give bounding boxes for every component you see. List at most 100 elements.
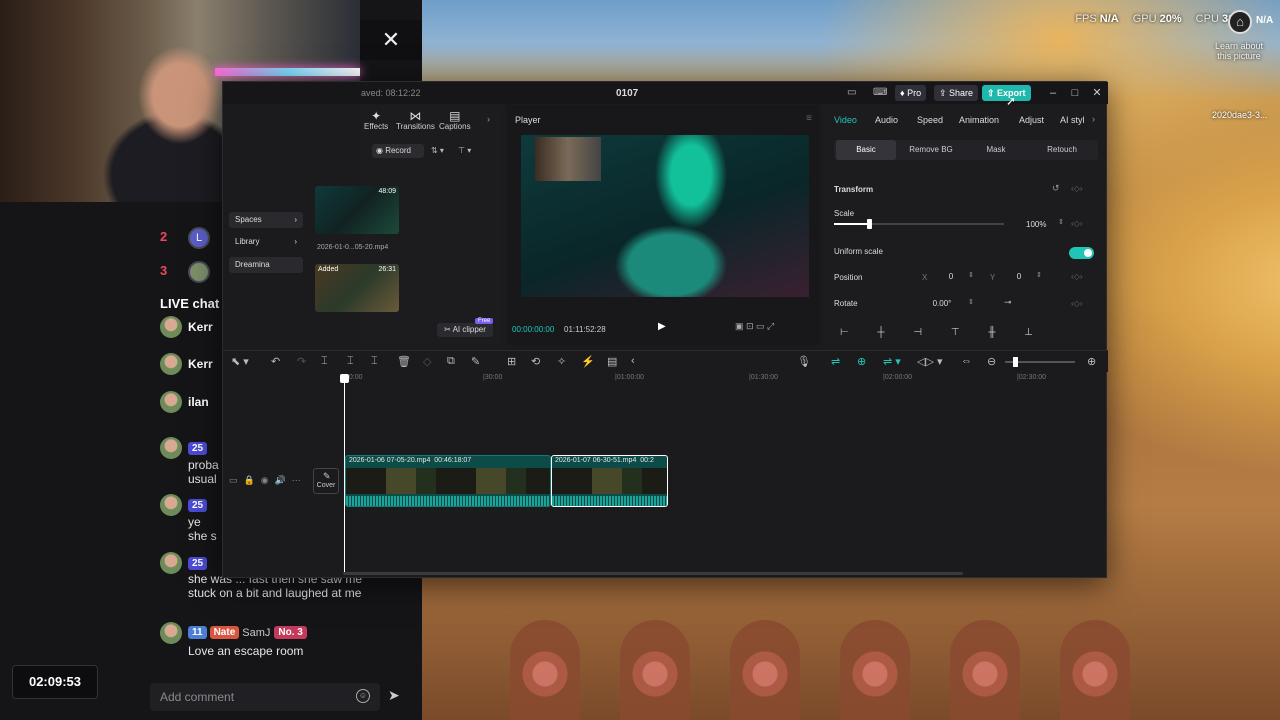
chat-username[interactable]: Kerr	[188, 320, 213, 334]
avatar	[160, 437, 182, 459]
uniform-scale-toggle[interactable]	[1069, 247, 1094, 259]
stepper-icon[interactable]: ⇕	[968, 298, 974, 306]
subtab-remove-bg[interactable]: Remove BG	[900, 140, 962, 160]
tab-transitions[interactable]: ⋈ Transitions	[396, 110, 435, 131]
maximize-icon[interactable]: □	[1068, 85, 1082, 101]
tab-audio[interactable]: Audio	[875, 115, 898, 125]
preview-axis-icon[interactable]: ◁▷ ▾	[917, 355, 943, 368]
timeline-ruler[interactable]: 00:00 |30:00 |01:00:00 |01:30:00 |02:00:…	[343, 374, 1103, 386]
keyframe-icon[interactable]: ‹◇›	[1071, 219, 1082, 228]
keyframe-icon[interactable]: ‹◇›	[1071, 272, 1082, 281]
zoom-out-icon[interactable]: ⊖	[987, 355, 996, 368]
sidebar-item-library[interactable]: Library ›	[229, 234, 303, 250]
keyframe-icon[interactable]: ‹◇›	[1071, 184, 1082, 193]
pro-button[interactable]: ♦ Pro	[895, 85, 927, 101]
sidebar-item-dreamina[interactable]: Dreamina	[229, 257, 303, 273]
media-thumbnail[interactable]: Added 26:31	[315, 264, 399, 312]
filter-icon[interactable]: ⊤ ▾	[458, 146, 471, 155]
stepper-icon[interactable]: ⇕	[968, 271, 974, 279]
reset-icon[interactable]: ↺	[1052, 183, 1060, 194]
send-icon[interactable]: ➤	[388, 687, 400, 704]
select-tool-icon[interactable]: ⬉ ▾	[231, 355, 249, 368]
stepper-icon[interactable]: ⇕	[1058, 218, 1064, 226]
fullscreen-tools[interactable]: ▣ ⊡ ▭ ⤢	[735, 321, 774, 332]
zoom-slider[interactable]	[1005, 357, 1075, 367]
sidebar-item-spaces[interactable]: Spaces ›	[229, 212, 303, 228]
project-name[interactable]: 0107	[616, 88, 638, 99]
chat-username[interactable]: ilan	[188, 395, 209, 409]
video-preview[interactable]	[521, 135, 809, 297]
subtab-retouch[interactable]: Retouch	[1030, 140, 1094, 160]
redo-icon[interactable]: ↷	[297, 355, 306, 368]
sort-icon[interactable]: ⇅ ▾	[431, 146, 444, 155]
more-tools-icon[interactable]: ‹	[631, 355, 635, 367]
shield-icon[interactable]: ◇	[423, 355, 431, 368]
subtitle-icon[interactable]: ▤	[607, 355, 617, 368]
align-icons[interactable]: ⊢ ┼ ⊣ ⊤ ╫ ⊥	[840, 327, 1046, 338]
tab-animation[interactable]: Animation	[959, 115, 999, 125]
comment-input[interactable]: Add comment	[150, 683, 380, 711]
minimize-icon[interactable]: –	[1046, 85, 1060, 101]
play-icon[interactable]: ▶	[658, 321, 666, 332]
menu-icon[interactable]: ≡	[806, 113, 812, 124]
tab-captions[interactable]: ▤ Captions	[439, 110, 471, 131]
tab-effects[interactable]: ✦ Effects	[364, 110, 388, 131]
playhead[interactable]	[340, 374, 349, 574]
emoji-icon[interactable]: ☺	[356, 689, 370, 703]
crop-icon[interactable]: ⧉	[447, 355, 455, 368]
timeline-clip[interactable]: 2026-01-07 06-30-51.mp4 00:2	[551, 455, 668, 507]
undo-icon[interactable]: ↶	[271, 355, 280, 368]
shortcuts-icon[interactable]: ⌨	[873, 87, 887, 98]
chevron-right-icon[interactable]: ›	[487, 114, 490, 124]
zoom-in-icon[interactable]: ⊕	[1087, 355, 1096, 368]
zoom-handle[interactable]	[1013, 357, 1018, 367]
ai-magic-icon[interactable]: ✎	[471, 355, 480, 368]
record-button[interactable]: ◉ Record	[372, 144, 424, 158]
snap-icon[interactable]: ⇌ ▾	[883, 355, 901, 368]
scale-value[interactable]: 100%	[1026, 220, 1046, 229]
cover-button[interactable]: ✎ Cover	[313, 468, 339, 494]
wallpaper-info-icon[interactable]: ⌂	[1228, 10, 1252, 34]
desktop-file-label[interactable]: 2020dae3-3...	[1212, 110, 1268, 120]
split-left-icon[interactable]: ⌶	[347, 355, 354, 368]
track-controls[interactable]: ▭🔒◉🔊⋯	[229, 475, 307, 486]
split-icon[interactable]: ⌶	[321, 355, 328, 368]
rotate-input[interactable]: 0.00°	[922, 297, 962, 311]
layout-icon[interactable]: ▭	[847, 87, 856, 98]
pos-y-input[interactable]: 0	[1004, 270, 1034, 284]
close-window-icon[interactable]: ✕	[1090, 85, 1104, 101]
mirror-icon[interactable]: ⊞	[507, 355, 516, 368]
tab-video[interactable]: Video	[834, 115, 857, 125]
media-thumbnail[interactable]: 48:09	[315, 186, 399, 234]
delete-icon[interactable]: 🗑	[397, 355, 411, 368]
transform-icon[interactable]: ✧	[557, 355, 566, 368]
tab-ai-style[interactable]: AI styl	[1060, 115, 1085, 125]
flip-icon[interactable]: ⊸	[1004, 297, 1012, 308]
subtab-basic[interactable]: Basic	[836, 140, 896, 160]
timeline-clip[interactable]: 2026-01-06 07-05-20.mp4 00:46:18:07	[345, 455, 551, 507]
chat-username[interactable]: Kerr	[188, 357, 213, 371]
tab-speed[interactable]: Speed	[917, 115, 943, 125]
fit-icon[interactable]: ⇔	[961, 355, 972, 367]
stepper-icon[interactable]: ⇕	[1036, 271, 1042, 279]
microphone-icon[interactable]: 🎙	[797, 355, 811, 368]
scale-handle[interactable]	[867, 219, 872, 229]
chat-username[interactable]: SamJ	[242, 627, 270, 639]
magnet-icon[interactable]: ⊕	[857, 355, 866, 368]
tab-adjust[interactable]: Adjust	[1019, 115, 1044, 125]
ai-clipper-button[interactable]: ✂ AI clipper	[437, 323, 493, 337]
learn-about-link[interactable]: Learn about this picture	[1208, 41, 1270, 61]
share-button[interactable]: ⇪ Share	[934, 85, 979, 101]
scale-slider[interactable]	[834, 219, 1004, 229]
chat-badge: 25	[188, 497, 210, 512]
split-right-icon[interactable]: ⌶	[371, 355, 378, 368]
timeline-scrollbar[interactable]	[343, 572, 963, 575]
pos-x-input[interactable]: 0	[936, 270, 966, 284]
chevron-right-icon[interactable]: ›	[1092, 114, 1095, 124]
subtab-mask[interactable]: Mask	[966, 140, 1026, 160]
close-icon[interactable]: ✕	[360, 20, 422, 60]
link-icon[interactable]: ⇌	[831, 355, 840, 368]
keyframe-icon[interactable]: ‹◇›	[1071, 299, 1082, 308]
magic-wand-icon[interactable]: ⚡	[581, 355, 595, 368]
rotate-icon[interactable]: ⟲	[531, 355, 540, 368]
